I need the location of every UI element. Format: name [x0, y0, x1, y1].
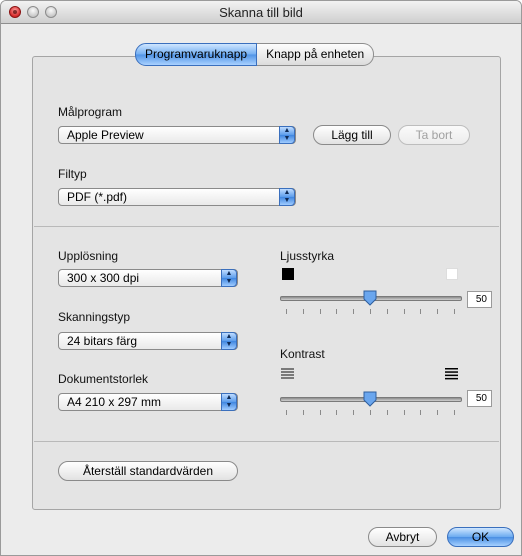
- slider-tick: [454, 309, 455, 314]
- target-app-label: Målprogram: [58, 105, 123, 119]
- popup-arrows-icon: ▲ ▼: [221, 393, 237, 411]
- file-type-label: Filtyp: [58, 167, 87, 181]
- slider-tick: [454, 410, 455, 415]
- target-app-value: Apple Preview: [67, 128, 144, 142]
- brightness-value-field[interactable]: 50: [467, 291, 492, 308]
- scan-type-value: 24 bitars färg: [67, 334, 138, 348]
- brightness-label: Ljusstyrka: [280, 249, 335, 263]
- slider-tick: [336, 309, 338, 314]
- slider-tick: [420, 309, 422, 314]
- tab-bar: Programvaruknapp Knapp på enheten: [135, 43, 375, 66]
- popup-arrows-icon: ▲ ▼: [279, 188, 295, 206]
- slider-tick: [286, 309, 287, 314]
- target-app-select[interactable]: Apple Preview ▲ ▼: [58, 126, 296, 144]
- slider-tick: [336, 410, 338, 415]
- contrast-slider-knob[interactable]: [363, 391, 377, 407]
- slider-tick: [386, 410, 388, 415]
- document-size-value: A4 210 x 297 mm: [67, 395, 162, 409]
- slider-tick: [403, 410, 405, 415]
- restore-defaults-button[interactable]: Återställ standardvärden: [58, 461, 238, 481]
- contrast-value-field[interactable]: 50: [467, 390, 492, 407]
- slider-tick: [370, 309, 371, 314]
- white-square-icon: [446, 268, 458, 280]
- slider-tick: [370, 410, 371, 415]
- slider-tick: [319, 309, 321, 314]
- document-size-label: Dokumentstorlek: [58, 372, 149, 386]
- tab-device-button[interactable]: Knapp på enheten: [257, 43, 375, 66]
- slider-tick: [403, 309, 405, 314]
- tab-software-button[interactable]: Programvaruknapp: [135, 43, 258, 66]
- divider: [34, 441, 499, 442]
- slider-tick: [437, 410, 439, 415]
- slider-tick: [286, 410, 287, 415]
- slider-tick: [353, 410, 355, 415]
- document-size-select[interactable]: A4 210 x 297 mm ▲ ▼: [58, 393, 238, 411]
- divider: [34, 226, 499, 227]
- slider-tick: [302, 410, 304, 415]
- scan-to-image-window: Skanna till bild Programvaruknapp Knapp …: [0, 0, 522, 556]
- ok-button[interactable]: OK: [447, 527, 514, 547]
- black-square-icon: [282, 268, 294, 280]
- high-contrast-icon: [445, 368, 458, 380]
- low-contrast-icon: [281, 368, 294, 379]
- cancel-button[interactable]: Avbryt: [368, 527, 437, 547]
- popup-arrows-icon: ▲ ▼: [221, 332, 237, 350]
- slider-tick: [302, 309, 304, 314]
- brightness-slider-knob[interactable]: [363, 290, 377, 306]
- contrast-label: Kontrast: [280, 347, 325, 361]
- scan-type-label: Skanningstyp: [58, 310, 131, 324]
- window-title: Skanna till bild: [219, 5, 303, 20]
- file-type-value: PDF (*.pdf): [67, 190, 128, 204]
- popup-arrows-icon: ▲ ▼: [221, 269, 237, 287]
- slider-tick: [353, 309, 355, 314]
- resolution-select[interactable]: 300 x 300 dpi ▲ ▼: [58, 269, 238, 287]
- slider-tick: [437, 309, 439, 314]
- title-bar: Skanna till bild: [1, 1, 521, 24]
- slider-tick: [386, 309, 388, 314]
- resolution-value: 300 x 300 dpi: [67, 271, 140, 285]
- popup-arrows-icon: ▲ ▼: [279, 126, 295, 144]
- scan-type-select[interactable]: 24 bitars färg ▲ ▼: [58, 332, 238, 350]
- add-app-button[interactable]: Lägg till: [313, 125, 391, 145]
- resolution-label: Upplösning: [58, 249, 119, 263]
- slider-tick: [319, 410, 321, 415]
- file-type-select[interactable]: PDF (*.pdf) ▲ ▼: [58, 188, 296, 206]
- slider-tick: [420, 410, 422, 415]
- remove-app-button[interactable]: Ta bort: [398, 125, 470, 145]
